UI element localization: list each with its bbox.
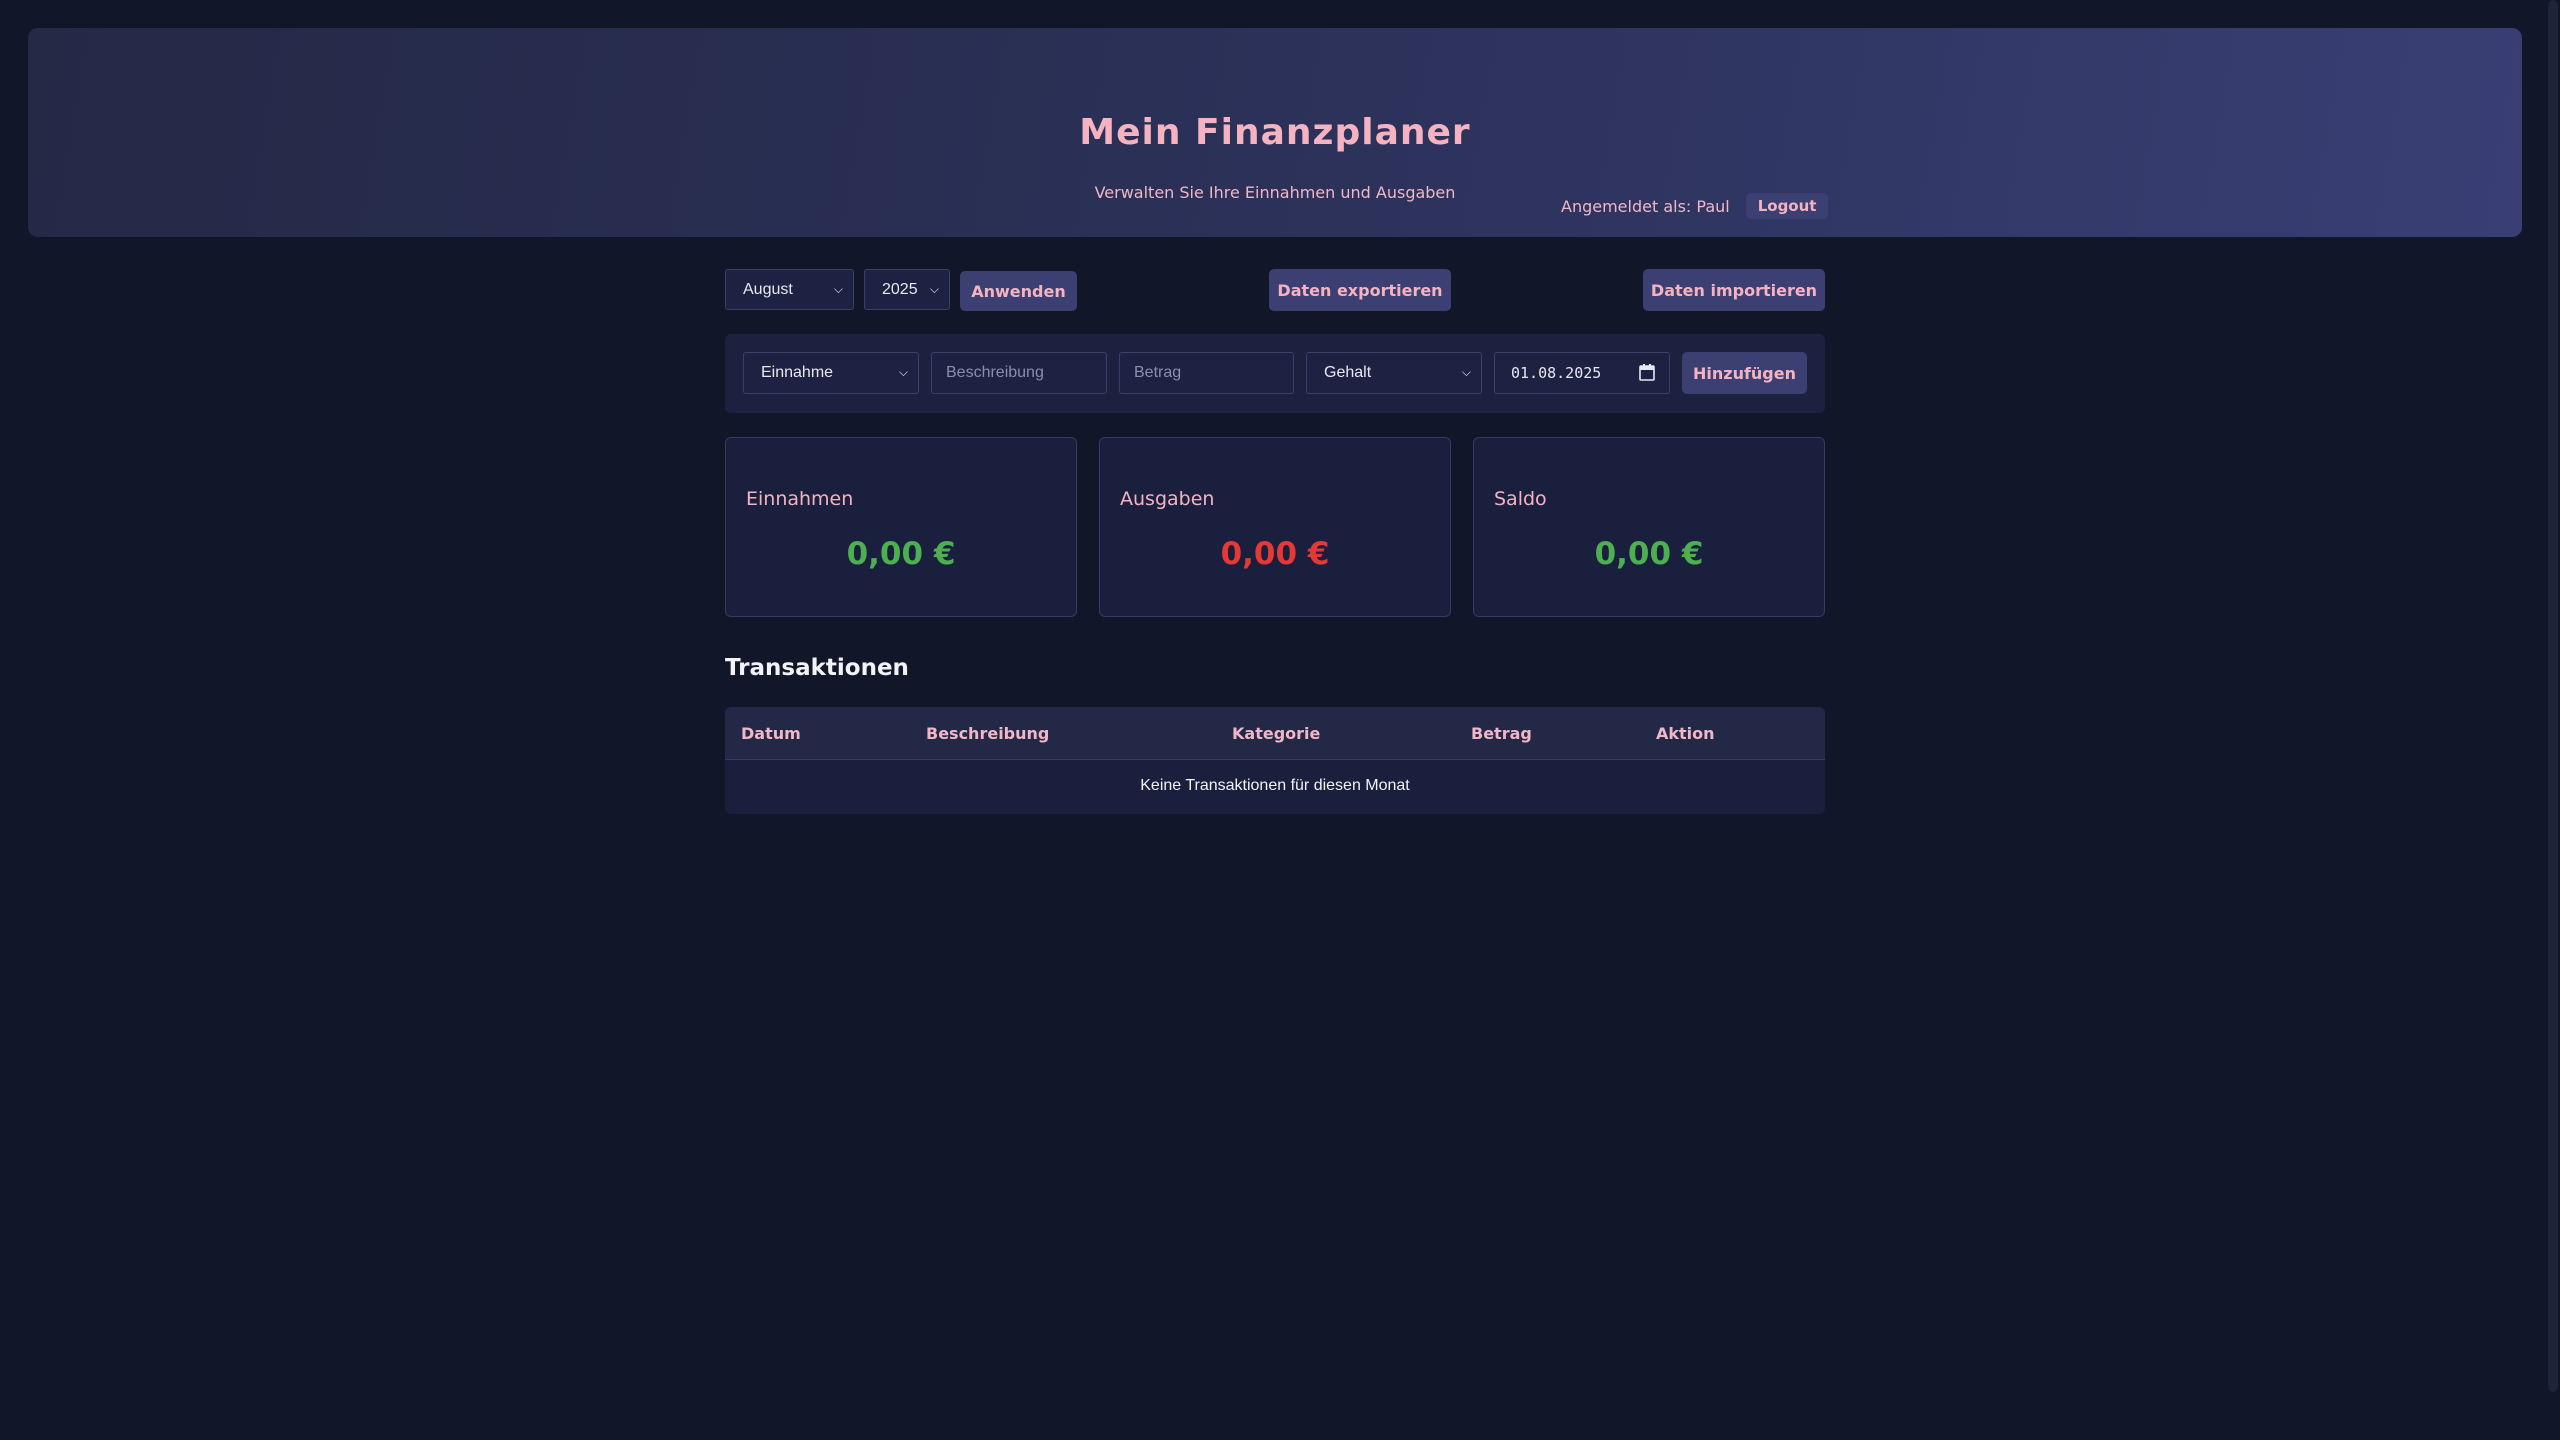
amount-placeholder: Betrag [1134, 364, 1182, 381]
import-button[interactable]: Daten importieren [1643, 269, 1825, 311]
balance-value: 0,00 € [1594, 536, 1704, 572]
add-button[interactable]: Hinzufügen [1682, 352, 1807, 394]
chevron-down-icon: ⌵ [929, 282, 939, 296]
logout-button[interactable]: Logout [1745, 193, 1829, 219]
column-header-date: Datum [741, 724, 801, 743]
user-info: Angemeldet als: Paul Logout [1561, 193, 1829, 219]
month-select-value: August [743, 280, 793, 298]
expense-value: 0,00 € [1220, 536, 1330, 572]
chevron-down-icon: ⌵ [1461, 365, 1471, 379]
vertical-scrollbar[interactable] [2546, 0, 2560, 1440]
export-button[interactable]: Daten exportieren [1269, 269, 1451, 311]
transactions-table: Datum Beschreibung Kategorie Betrag Akti… [725, 707, 1825, 814]
logged-in-label: Angemeldet als: Paul [1561, 196, 1730, 216]
description-placeholder: Beschreibung [946, 364, 1044, 381]
balance-card: Saldo 0,00 € [1473, 437, 1825, 617]
amount-input[interactable]: Betrag [1119, 352, 1294, 394]
page-title: Mein Finanzplaner [1079, 112, 1471, 153]
column-header-description: Beschreibung [926, 724, 1050, 743]
category-select[interactable]: Gehalt ⌵ [1306, 352, 1482, 394]
page: Mein Finanzplaner Verwalten Sie Ihre Ein… [0, 0, 2560, 1440]
category-select-value: Gehalt [1324, 364, 1372, 381]
balance-label: Saldo [1494, 488, 1547, 510]
column-header-action: Aktion [1656, 724, 1715, 743]
income-value: 0,00 € [846, 536, 956, 572]
expense-label: Ausgaben [1120, 488, 1215, 510]
column-header-amount: Betrag [1471, 724, 1532, 743]
date-input[interactable]: 01.08.2025 [1494, 352, 1670, 394]
chevron-down-icon: ⌵ [833, 282, 843, 296]
chevron-down-icon: ⌵ [898, 365, 908, 379]
income-card: Einnahmen 0,00 € [725, 437, 1077, 617]
expense-card: Ausgaben 0,00 € [1099, 437, 1451, 617]
calendar-icon[interactable] [1639, 363, 1655, 381]
table-header: Datum Beschreibung Kategorie Betrag Akti… [725, 707, 1825, 760]
description-input[interactable]: Beschreibung [931, 352, 1107, 394]
type-select[interactable]: Einnahme ⌵ [743, 352, 919, 394]
year-select[interactable]: 2025 ⌵ [864, 269, 950, 310]
empty-state-text: Keine Transaktionen für diesen Monat [1140, 777, 1410, 794]
app-header: Mein Finanzplaner Verwalten Sie Ihre Ein… [28, 28, 2522, 237]
date-value: 01.08.2025 [1511, 364, 1602, 382]
month-select[interactable]: August ⌵ [725, 269, 854, 310]
scrollbar-thumb[interactable] [2548, 0, 2558, 1392]
apply-button[interactable]: Anwenden [960, 271, 1077, 311]
income-label: Einnahmen [746, 488, 854, 510]
page-subtitle: Verwalten Sie Ihre Einnahmen und Ausgabe… [1094, 183, 1456, 202]
column-header-category: Kategorie [1232, 724, 1321, 743]
type-select-value: Einnahme [761, 364, 834, 381]
transactions-title: Transaktionen [725, 655, 909, 681]
year-select-value: 2025 [882, 280, 918, 298]
